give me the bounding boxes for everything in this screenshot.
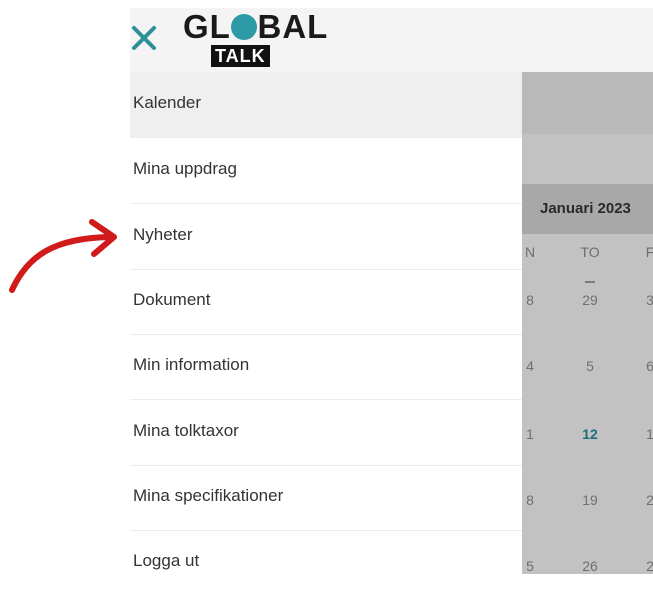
menu-item-label: Mina specifikationer <box>133 486 284 505</box>
menu-item-label: Mina uppdrag <box>133 159 237 178</box>
menu-item-nyheter[interactable]: Nyheter <box>130 204 522 270</box>
day-header: TO <box>580 244 600 260</box>
close-icon <box>132 26 156 50</box>
menu-item-label: Mina tolktaxor <box>133 421 239 440</box>
menu-item-dokument[interactable]: Dokument <box>130 269 522 335</box>
close-menu-button[interactable] <box>130 22 160 52</box>
calendar-day[interactable]: 6 <box>630 358 653 374</box>
menu-item-min-information[interactable]: Min information <box>130 334 522 400</box>
menu-item-mina-uppdrag[interactable]: Mina uppdrag <box>130 138 522 204</box>
calendar-overlay: Januari 2023 N TO F 8 29 3 4 5 6 1 12 1 … <box>522 72 653 574</box>
red-arrow-annotation <box>9 219 117 293</box>
calendar-day[interactable]: 2 <box>630 492 653 508</box>
menu-item-logga-ut[interactable]: Logga ut <box>130 530 522 595</box>
menu-item-label: Min information <box>133 355 250 374</box>
menu-item-mina-specifikationer[interactable]: Mina specifikationer <box>130 465 522 531</box>
logo-dot <box>231 14 257 40</box>
menu-item-label: Nyheter <box>133 225 193 244</box>
menu-item-kalender[interactable]: Kalender <box>130 72 522 138</box>
menu-item-mina-tolktaxor[interactable]: Mina tolktaxor <box>130 400 522 466</box>
menu-item-label: Kalender <box>133 93 202 112</box>
calendar-day[interactable]: 19 <box>570 492 610 508</box>
calendar-day-today[interactable]: 12 <box>570 426 610 442</box>
today-marker-line <box>585 281 595 283</box>
calendar-day[interactable]: 29 <box>570 292 610 308</box>
calendar-month-label: Januari 2023 <box>540 200 631 217</box>
calendar-day[interactable]: 2 <box>630 558 653 574</box>
menu-item-label: Logga ut <box>133 551 200 570</box>
day-header: F <box>645 244 653 260</box>
global-talk-logo[interactable]: GLOBAL TALK <box>183 8 333 70</box>
calendar-day[interactable]: 26 <box>570 558 610 574</box>
calendar-header-bar <box>522 72 653 134</box>
calendar-day[interactable]: 3 <box>630 292 653 308</box>
logo-talk-text: TALK <box>211 45 270 67</box>
menu-item-label: Dokument <box>133 290 211 309</box>
calendar-day[interactable]: 1 <box>630 426 653 442</box>
calendar-day[interactable]: 5 <box>570 358 610 374</box>
calendar-month-bar: Januari 2023 <box>522 184 653 234</box>
navigation-drawer: Kalender Mina uppdrag Nyheter Dokument M… <box>130 72 522 574</box>
